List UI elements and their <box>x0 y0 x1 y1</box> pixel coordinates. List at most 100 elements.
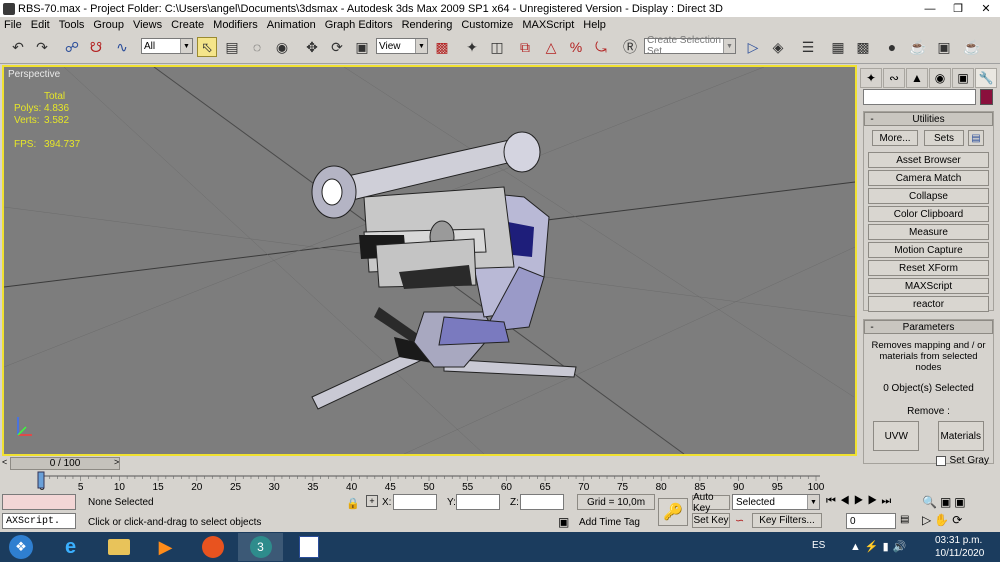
menu-animation[interactable]: Animation <box>267 19 316 31</box>
menu-edit[interactable]: Edit <box>31 19 50 31</box>
layer-manager-icon[interactable]: ☰ <box>798 37 818 57</box>
display-tab-icon[interactable]: ▣ <box>952 68 974 88</box>
schematic-view-icon[interactable]: ▩ <box>853 37 873 57</box>
z-coordinate-field[interactable] <box>520 494 564 510</box>
go-to-start-icon[interactable]: ⏮ <box>826 495 840 507</box>
auto-key-button[interactable]: Auto Key <box>692 492 730 514</box>
selection-filter-dropdown[interactable]: All ▼ <box>141 38 193 54</box>
prev-frame-icon[interactable]: < <box>2 457 7 467</box>
time-configuration-icon[interactable]: ▤ <box>900 514 909 525</box>
redo-icon[interactable]: ↷ <box>32 37 52 57</box>
previous-frame-icon[interactable]: ◀ <box>840 495 854 507</box>
menu-file[interactable]: File <box>4 19 22 31</box>
play-icon[interactable]: ▶ <box>854 495 868 507</box>
maxscript-listener-top[interactable] <box>2 494 76 510</box>
media-player-taskbar-icon[interactable]: ▶ <box>143 533 188 561</box>
asset-browser-button[interactable]: Asset Browser <box>868 152 989 168</box>
select-and-scale-icon[interactable]: ▣ <box>352 37 372 57</box>
maxscript-button[interactable]: MAXScript <box>868 278 989 294</box>
x-coordinate-field[interactable] <box>393 494 437 510</box>
key-mode-dropdown[interactable]: Selected ▼ <box>732 494 820 510</box>
absolute-mode-icon[interactable]: + <box>366 495 378 507</box>
default-in-out-tangents-icon[interactable]: ∽ <box>735 514 744 527</box>
select-and-rotate-icon[interactable]: ⟳ <box>327 37 347 57</box>
zoom-extents-icon[interactable]: ▣ <box>954 495 968 509</box>
curve-editor-icon[interactable]: ▦ <box>828 37 848 57</box>
more-button[interactable]: More... <box>872 130 918 146</box>
rectangular-selection-icon[interactable]: ◌ <box>247 37 267 57</box>
hierarchy-tab-icon[interactable]: ▲ <box>906 68 928 88</box>
lock-icon[interactable]: 🔒 <box>346 497 360 510</box>
close-icon[interactable]: ✕ <box>972 0 1000 17</box>
viewport-label[interactable]: Perspective <box>8 69 60 80</box>
set-key-icon[interactable]: 🔑 <box>658 498 688 526</box>
menu-group[interactable]: Group <box>93 19 124 31</box>
quick-render-icon[interactable]: ☕ <box>962 37 982 57</box>
y-coordinate-field[interactable] <box>456 494 500 510</box>
material-editor-icon[interactable]: ● <box>882 37 902 57</box>
create-tab-icon[interactable]: ✦ <box>860 68 882 88</box>
camera-match-button[interactable]: Camera Match <box>868 170 989 186</box>
minimize-icon[interactable]: — <box>916 0 944 17</box>
language-indicator[interactable]: ES <box>812 540 825 551</box>
select-object-icon[interactable]: ⬁ <box>197 37 217 57</box>
maxscript-listener[interactable]: AXScript. <box>2 513 76 529</box>
current-frame-field[interactable]: 0 <box>846 513 896 529</box>
edit-named-selection-icon[interactable]: Ⓡ <box>620 37 640 57</box>
track-bar[interactable]: 0510152025303540455055606570758085909510… <box>0 470 858 492</box>
menu-tools[interactable]: Tools <box>59 19 85 31</box>
pivot-center-icon[interactable]: ▩ <box>432 37 452 57</box>
spinner-snap-icon[interactable]: ⤿ <box>591 37 611 57</box>
key-filters-button[interactable]: Key Filters... <box>752 513 822 528</box>
align-icon[interactable]: ◈ <box>768 37 788 57</box>
zoom-icon[interactable]: 🔍 <box>922 495 940 509</box>
percent-snap-icon[interactable]: % <box>566 37 586 57</box>
firefox-taskbar-icon[interactable] <box>190 533 235 561</box>
reference-coordinate-dropdown[interactable]: View ▼ <box>376 38 428 54</box>
menu-customize[interactable]: Customize <box>461 19 513 31</box>
keyboard-shortcut-override-icon[interactable]: ◫ <box>487 37 507 57</box>
select-by-name-icon[interactable]: ▤ <box>222 37 242 57</box>
utilities-rollout-header[interactable]: - Utilities <box>864 112 993 126</box>
sets-button[interactable]: Sets <box>924 130 964 146</box>
set-key-button[interactable]: Set Key <box>692 513 730 528</box>
system-tray-icons[interactable]: ▲⚡▮🔊 <box>850 540 910 553</box>
rendered-frame-window-icon[interactable]: ▣ <box>934 37 954 57</box>
render-setup-icon[interactable]: ☕ <box>908 37 928 57</box>
window-crossing-icon[interactable]: ◉ <box>272 37 292 57</box>
file-explorer-taskbar-icon[interactable] <box>96 533 141 561</box>
pan-icon[interactable]: ✋ <box>934 513 952 527</box>
3dsmax-taskbar-icon[interactable]: 3 <box>238 533 283 561</box>
menu-rendering[interactable]: Rendering <box>402 19 453 31</box>
reactor-button[interactable]: reactor <box>868 296 989 312</box>
utilities-tab-icon[interactable]: 🔧 <box>975 68 997 88</box>
go-to-end-icon[interactable]: ⏭ <box>881 495 895 507</box>
menu-views[interactable]: Views <box>133 19 162 31</box>
time-slider[interactable]: 0 / 100 <box>10 457 120 470</box>
next-frame-icon[interactable]: > <box>114 457 119 467</box>
menu-help[interactable]: Help <box>583 19 606 31</box>
unlink-icon[interactable]: ☋ <box>86 37 106 57</box>
zoom-all-icon[interactable]: ▣ <box>940 495 954 509</box>
bind-space-warp-icon[interactable]: ∿ <box>112 37 132 57</box>
snaps-toggle-icon[interactable]: ⧉ <box>515 37 535 57</box>
restore-icon[interactable]: ❐ <box>944 0 972 17</box>
menu-create[interactable]: Create <box>171 19 204 31</box>
perspective-viewport[interactable]: Perspective Total Polys: 4.836 Verts: 3.58… <box>2 65 857 456</box>
remove-materials-button[interactable]: Materials <box>937 421 984 451</box>
menu-modifiers[interactable]: Modifiers <box>213 19 258 31</box>
motion-capture-button[interactable]: Motion Capture <box>868 242 989 258</box>
select-and-move-icon[interactable]: ✥ <box>302 37 322 57</box>
start-button[interactable]: ❖ <box>0 533 42 561</box>
manipulate-icon[interactable]: ✦ <box>462 37 482 57</box>
reset-xform-button[interactable]: Reset XForm <box>868 260 989 276</box>
undo-icon[interactable]: ↶ <box>8 37 28 57</box>
mirror-icon[interactable]: ▷ <box>743 37 763 57</box>
select-and-link-icon[interactable]: ☍ <box>62 37 82 57</box>
angle-snap-icon[interactable]: △ <box>541 37 561 57</box>
configure-button-sets-icon[interactable]: ▤ <box>968 130 984 146</box>
orbit-icon[interactable]: ⟳ <box>952 513 965 527</box>
object-name-field[interactable] <box>863 89 976 105</box>
motion-tab-icon[interactable]: ◉ <box>929 68 951 88</box>
parameters-rollout-header[interactable]: - Parameters <box>864 320 993 334</box>
